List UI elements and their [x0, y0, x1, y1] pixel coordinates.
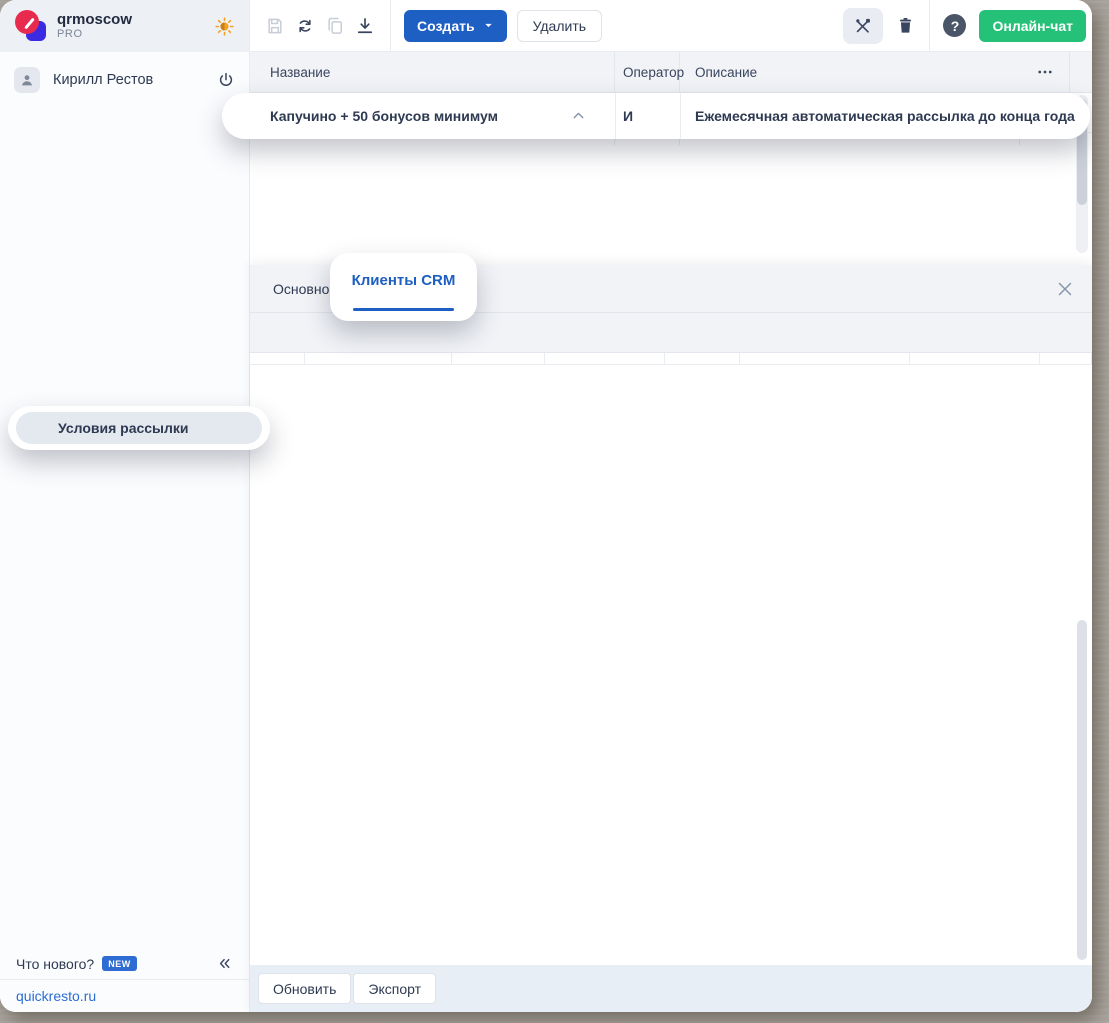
toolbar: Создать Удалить ? Онлайн-чат	[250, 0, 1092, 52]
site-row: quickresto.ru	[0, 979, 249, 1012]
condition-name: Капучино + 50 бонусов минимум	[270, 108, 498, 124]
spotlight-condition-row[interactable]: Капучино + 50 бонусов минимум И Ежемесяч…	[222, 93, 1090, 139]
whats-new-row[interactable]: Что нового? NEW	[0, 948, 249, 979]
refresh-icon[interactable]	[290, 16, 320, 36]
crm-scrollbar-thumb[interactable]	[1077, 620, 1087, 960]
spotlight-sidebar-item: Условия рассылки	[8, 406, 270, 450]
create-button[interactable]: Создать	[404, 10, 507, 42]
header-spacer	[1070, 52, 1092, 92]
create-button-label: Создать	[417, 18, 475, 34]
column-header-name[interactable]: Название	[250, 52, 615, 92]
toolbar-divider-right	[929, 0, 930, 52]
spotlight-row-divider	[680, 93, 681, 139]
refresh-button[interactable]: Обновить	[258, 973, 351, 1004]
app-logo	[14, 9, 48, 43]
delete-button[interactable]: Удалить	[517, 10, 602, 42]
help-button[interactable]: ?	[943, 14, 966, 37]
crm-clients-panel: Основное Обновить Экспорт	[250, 265, 1092, 1012]
sidebar-item-mailing-conditions-active[interactable]: Условия рассылки	[16, 412, 262, 444]
tab-crm-clients[interactable]: Клиенты CRM	[330, 272, 477, 289]
brightness-icon[interactable]	[214, 16, 235, 37]
sidebar-footer: Что нового? NEW quickresto.ru	[0, 948, 249, 1012]
close-icon[interactable]	[1054, 278, 1076, 300]
trash-icon[interactable]	[896, 16, 915, 35]
export-button[interactable]: Экспорт	[353, 973, 436, 1004]
active-tab-underline	[353, 308, 454, 311]
conditions-more-icon[interactable]	[1020, 52, 1070, 92]
condition-description: Ежемесячная автоматическая рассылка до к…	[695, 108, 1075, 124]
toolbar-left-icons	[260, 16, 380, 36]
tools-icon	[853, 16, 873, 36]
sidebar: qrmoscow PRO Кирилл Рестов Что нового? N…	[0, 0, 250, 1012]
spotlight-crm-clients-tab[interactable]: Клиенты CRM	[330, 253, 477, 321]
save-icon[interactable]	[260, 16, 290, 36]
app-window: qrmoscow PRO Кирилл Рестов Что нового? N…	[0, 0, 1092, 1012]
panel-footer: Обновить Экспорт	[250, 965, 1092, 1012]
user-name: Кирилл Рестов	[53, 72, 153, 88]
sidebar-menu	[0, 104, 249, 946]
chevron-up-icon[interactable]	[570, 107, 587, 124]
brand-name: qrmoscow	[57, 12, 132, 29]
user-row[interactable]: Кирилл Рестов	[0, 60, 249, 100]
toolbar-right-icons: ? Онлайн-чат	[843, 0, 1092, 52]
collapse-sidebar-icon[interactable]	[216, 955, 233, 972]
logout-power-icon[interactable]	[217, 71, 235, 89]
avatar	[14, 67, 40, 93]
tools-button[interactable]	[843, 8, 883, 44]
brand-plan: PRO	[57, 28, 132, 40]
condition-operator: И	[623, 108, 633, 124]
tab-main[interactable]: Основное	[273, 281, 337, 297]
conditions-table-header: Название Оператор Описание	[250, 52, 1092, 93]
sidebar-header: qrmoscow PRO	[0, 0, 249, 52]
spotlight-row-divider	[615, 93, 616, 139]
site-link[interactable]: quickresto.ru	[16, 988, 96, 1004]
crm-row-partial	[250, 353, 1092, 365]
online-chat-button[interactable]: Онлайн-чат	[979, 10, 1086, 42]
new-badge: NEW	[102, 956, 137, 971]
caret-down-icon	[483, 20, 494, 31]
person-icon	[19, 72, 35, 88]
download-icon[interactable]	[350, 16, 380, 36]
whats-new-label: Что нового?	[16, 956, 94, 972]
main-area: Создать Удалить ? Онлайн-чат Название Оп…	[250, 0, 1092, 1012]
toolbar-divider	[390, 0, 391, 52]
copy-icon[interactable]	[320, 16, 350, 36]
brand-block: qrmoscow PRO	[57, 12, 132, 41]
column-header-description[interactable]: Описание	[680, 52, 1020, 92]
column-header-operator[interactable]: Оператор	[615, 52, 680, 92]
